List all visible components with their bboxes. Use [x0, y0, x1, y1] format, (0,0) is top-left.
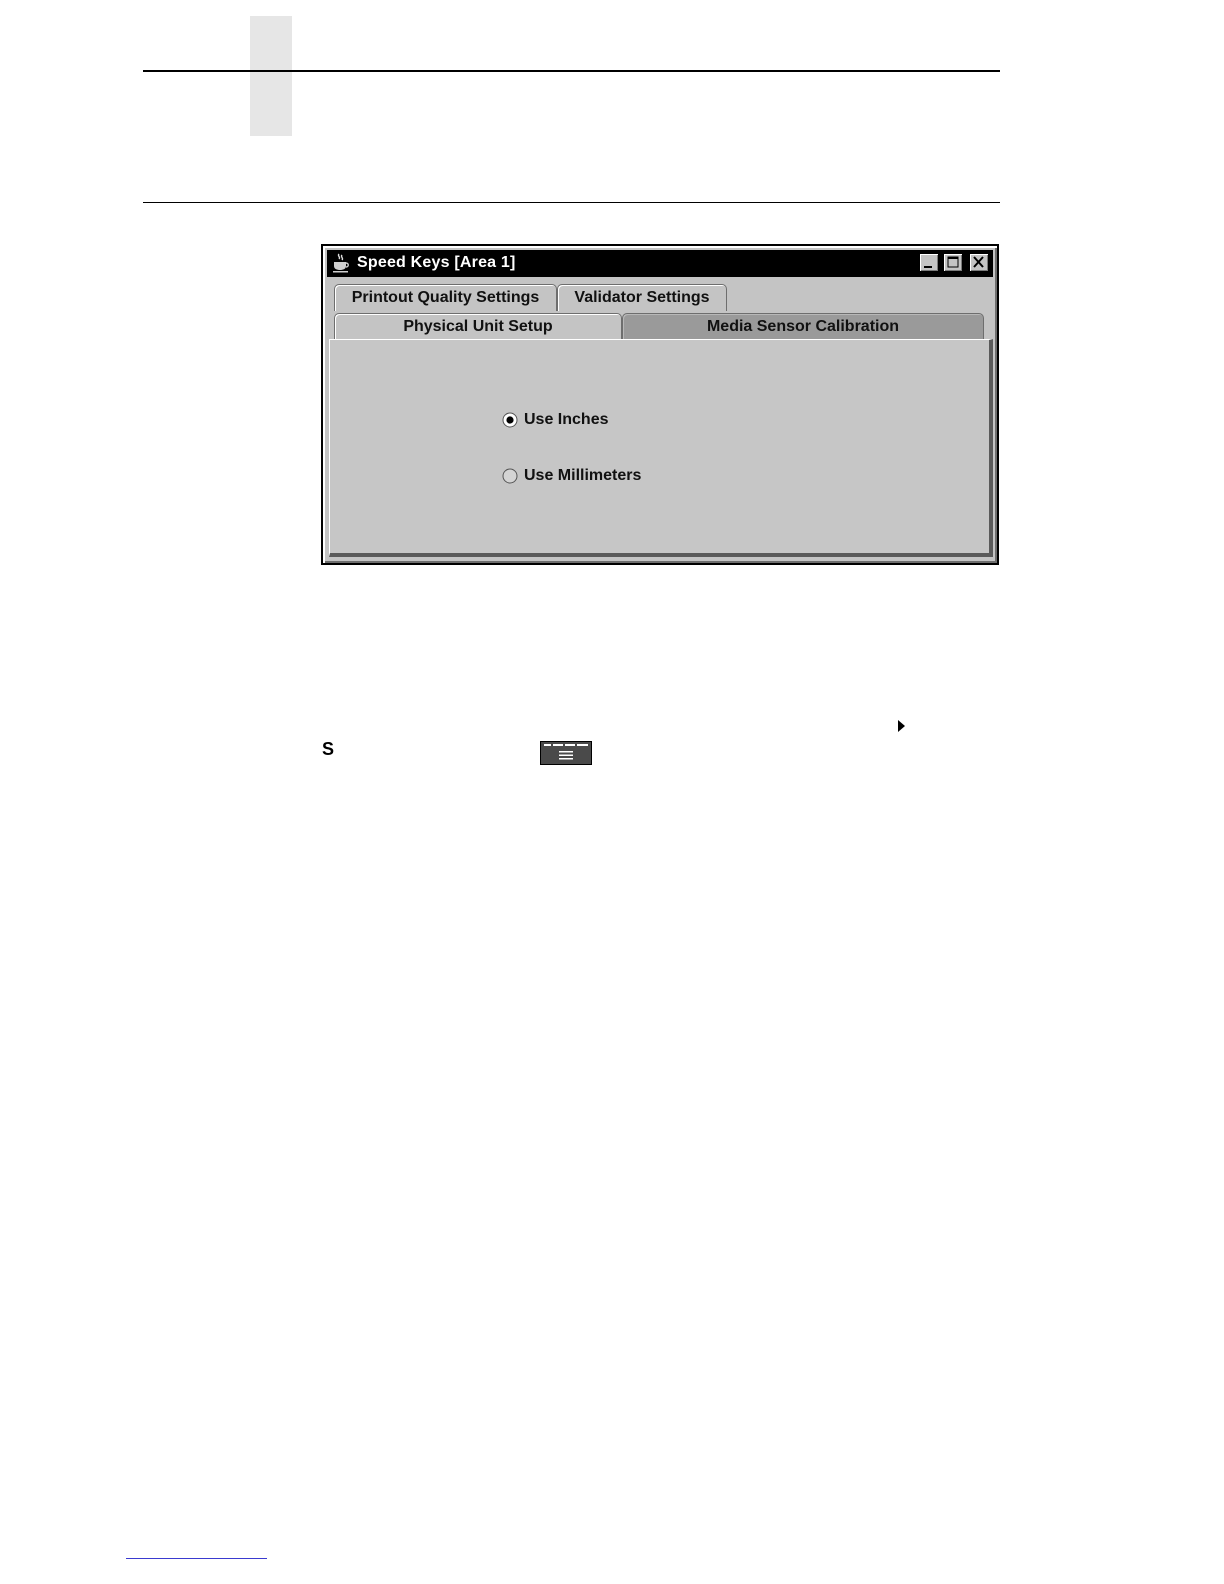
speed-keys-window: Speed Keys [Area 1] Printout Quality Set… [321, 244, 999, 565]
radio-unchecked-icon[interactable] [502, 468, 518, 484]
section-rule [143, 202, 1000, 203]
menu-key-icon [540, 741, 592, 765]
radio-checked-icon[interactable] [502, 412, 518, 428]
minimize-icon [924, 266, 932, 268]
use-inches-option[interactable]: Use Inches [502, 409, 608, 431]
body-text-fragment: S [322, 739, 335, 759]
java-coffee-cup-icon [333, 253, 349, 273]
maximize-icon [947, 256, 959, 268]
right-arrow-icon [898, 720, 905, 732]
header-rule [143, 70, 1000, 72]
use-millimeters-label: Use Millimeters [524, 467, 642, 484]
use-inches-label: Use Inches [524, 411, 609, 428]
tab-physical-unit-setup[interactable]: Physical Unit Setup [334, 313, 622, 340]
tab-validator-settings[interactable]: Validator Settings [557, 284, 727, 311]
tab-printout-quality-settings[interactable]: Printout Quality Settings [334, 284, 557, 311]
close-button[interactable] [969, 253, 989, 272]
window-titlebar[interactable]: Speed Keys [Area 1] [327, 250, 993, 277]
maximize-button[interactable] [943, 253, 963, 272]
use-millimeters-option[interactable]: Use Millimeters [502, 465, 641, 487]
tab-content-panel: Use Inches Use Millimeters [329, 339, 993, 557]
footer-link-rule [126, 1558, 267, 1559]
close-icon [973, 256, 984, 268]
window-title: Speed Keys [Area 1] [357, 254, 516, 271]
minimize-button[interactable] [919, 253, 939, 272]
tab-media-sensor-calibration[interactable]: Media Sensor Calibration [622, 313, 984, 340]
chapter-tab [250, 16, 292, 136]
